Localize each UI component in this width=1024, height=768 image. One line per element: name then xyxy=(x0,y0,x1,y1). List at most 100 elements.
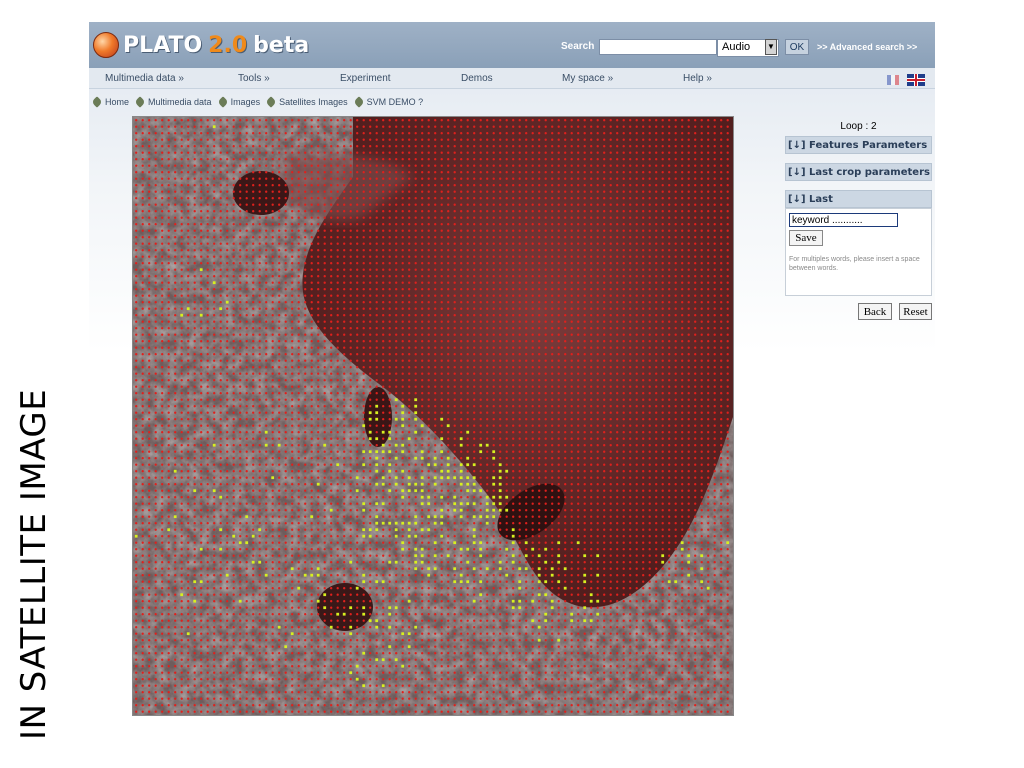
positive-sample-marker xyxy=(466,463,470,467)
positive-sample-marker xyxy=(446,554,450,558)
chevron-down-icon[interactable]: ▼ xyxy=(765,39,777,55)
globe-icon xyxy=(93,32,119,58)
uk-flag-icon[interactable] xyxy=(907,74,925,86)
menu-demos[interactable]: Demos xyxy=(461,73,493,84)
positive-sample-marker xyxy=(414,430,418,434)
positive-sample-marker xyxy=(505,547,509,551)
breadcrumb-satellites-images[interactable]: Satellites Images xyxy=(265,96,348,108)
breadcrumb-home[interactable]: Home xyxy=(91,96,129,108)
positive-sample-marker xyxy=(433,476,437,480)
positive-sample-marker xyxy=(505,469,509,473)
positive-sample-marker xyxy=(401,489,405,493)
positive-sample-marker xyxy=(199,547,203,551)
last-crop-parameters-header[interactable]: [↓] Last crop parameters xyxy=(785,163,932,181)
positive-sample-marker xyxy=(362,580,366,584)
positive-sample-marker xyxy=(544,580,548,584)
last-header[interactable]: [↓] Last xyxy=(785,190,932,208)
breadcrumb-multimedia-data[interactable]: Multimedia data xyxy=(134,96,212,108)
positive-sample-marker xyxy=(401,424,405,428)
positive-sample-marker xyxy=(583,619,587,623)
positive-sample-marker xyxy=(375,515,379,519)
positive-sample-marker xyxy=(329,508,333,512)
positive-sample-marker xyxy=(362,502,366,506)
features-parameters-header[interactable]: [↓] Features Parameters xyxy=(785,136,932,154)
positive-sample-marker xyxy=(531,599,535,603)
sample-grid-overlay xyxy=(133,117,733,715)
reset-button[interactable]: Reset xyxy=(899,303,932,320)
positive-sample-marker xyxy=(427,573,431,577)
positive-sample-marker xyxy=(264,573,268,577)
positive-sample-marker xyxy=(583,580,587,584)
positive-sample-marker xyxy=(388,437,392,441)
positive-sample-marker xyxy=(433,554,437,558)
positive-sample-marker xyxy=(498,482,502,486)
positive-sample-marker xyxy=(511,541,515,545)
positive-sample-marker xyxy=(342,612,346,616)
positive-sample-marker xyxy=(557,580,561,584)
positive-sample-marker xyxy=(596,573,600,577)
positive-sample-marker xyxy=(427,495,431,499)
positive-sample-marker xyxy=(550,606,554,610)
breadcrumb: Home Multimedia data Images Satellites I… xyxy=(91,96,430,108)
positive-sample-marker xyxy=(537,580,541,584)
positive-sample-marker xyxy=(407,528,411,532)
positive-sample-marker xyxy=(583,554,587,558)
positive-sample-marker xyxy=(349,560,353,564)
menu-experiment[interactable]: Experiment xyxy=(340,73,391,84)
positive-sample-marker xyxy=(310,515,314,519)
positive-sample-marker xyxy=(550,567,554,571)
positive-sample-marker xyxy=(427,528,431,532)
positive-sample-marker xyxy=(667,580,671,584)
positive-sample-marker xyxy=(394,476,398,480)
positive-sample-marker xyxy=(433,567,437,571)
positive-sample-marker xyxy=(401,541,405,545)
positive-sample-marker xyxy=(277,443,281,447)
positive-sample-marker xyxy=(219,495,223,499)
positive-sample-marker xyxy=(544,560,548,564)
positive-sample-marker xyxy=(459,443,463,447)
positive-sample-marker xyxy=(375,502,379,506)
menu-tools[interactable]: Tools » xyxy=(238,73,270,84)
back-button[interactable]: Back xyxy=(858,303,892,320)
save-button[interactable]: Save xyxy=(789,230,823,246)
positive-sample-marker xyxy=(706,586,710,590)
menu-my-space[interactable]: My space » xyxy=(562,73,613,84)
positive-sample-marker xyxy=(375,619,379,623)
keyword-input[interactable] xyxy=(789,213,898,227)
positive-sample-marker xyxy=(479,541,483,545)
breadcrumb-images[interactable]: Images xyxy=(216,96,260,108)
positive-sample-marker xyxy=(700,554,704,558)
french-flag-icon[interactable] xyxy=(887,75,899,85)
positive-sample-marker xyxy=(433,456,437,460)
positive-sample-marker xyxy=(277,625,281,629)
positive-sample-marker xyxy=(375,482,379,486)
menu-help[interactable]: Help » xyxy=(683,73,712,84)
positive-sample-marker xyxy=(687,573,691,577)
menu-multimedia-data[interactable]: Multimedia data » xyxy=(105,73,184,84)
search-input[interactable] xyxy=(599,39,717,55)
positive-sample-marker xyxy=(245,541,249,545)
positive-sample-marker xyxy=(687,560,691,564)
positive-sample-marker xyxy=(381,482,385,486)
loop-counter: Loop : 2 xyxy=(840,121,877,132)
positive-sample-marker xyxy=(414,625,418,629)
plato-logo[interactable]: PLATO 2.0 beta xyxy=(93,30,309,60)
positive-sample-marker xyxy=(362,424,366,428)
positive-sample-marker xyxy=(472,567,476,571)
positive-sample-marker xyxy=(576,541,580,545)
positive-sample-marker xyxy=(271,476,275,480)
satellite-image[interactable] xyxy=(132,116,734,716)
positive-sample-marker xyxy=(472,534,476,538)
positive-sample-marker xyxy=(550,573,554,577)
positive-sample-marker xyxy=(355,677,359,681)
positive-sample-marker xyxy=(459,580,463,584)
positive-sample-marker xyxy=(596,612,600,616)
positive-sample-marker xyxy=(368,411,372,415)
breadcrumb-svm-demo[interactable]: SVM DEMO ? xyxy=(352,96,423,108)
positive-sample-marker xyxy=(485,567,489,571)
positive-sample-marker xyxy=(511,606,515,610)
positive-sample-marker xyxy=(316,482,320,486)
advanced-search-link[interactable]: >> Advanced search >> xyxy=(817,42,917,52)
positive-sample-marker xyxy=(589,599,593,603)
search-ok-button[interactable]: OK xyxy=(785,39,809,55)
